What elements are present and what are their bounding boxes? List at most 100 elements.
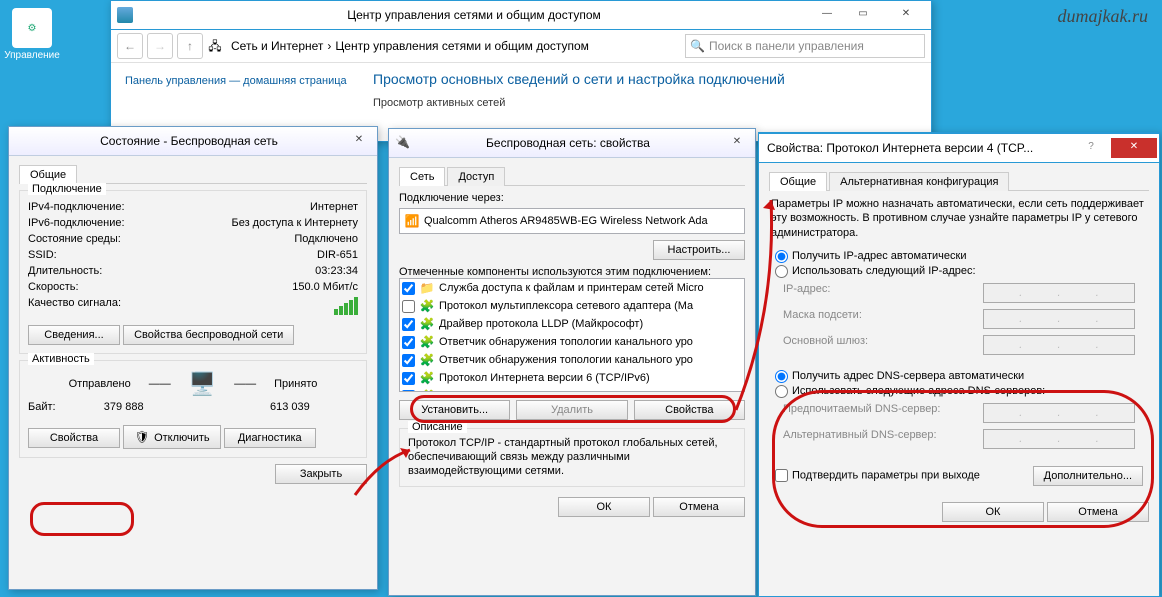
section-label: Просмотр активных сетей: [373, 97, 785, 109]
titlebar[interactable]: Свойства: Протокол Интернета версии 4 (T…: [759, 134, 1159, 163]
advanced-button[interactable]: Дополнительно...: [1033, 466, 1143, 486]
tab-network[interactable]: Сеть: [399, 167, 445, 186]
install-button[interactable]: Установить...: [399, 400, 510, 420]
close-button[interactable]: ✕: [721, 133, 753, 153]
radio-auto-dns[interactable]: Получить адрес DNS-сервера автоматически: [775, 370, 1024, 382]
validate-checkbox[interactable]: Подтвердить параметры при выходе: [775, 469, 980, 482]
gateway-input[interactable]: ...: [983, 335, 1135, 355]
cancel-button[interactable]: Отмена: [1047, 502, 1149, 522]
titlebar[interactable]: Центр управления сетями и общим доступом…: [111, 1, 931, 30]
row-ipv4: IPv4-подключение:Интернет: [28, 199, 358, 215]
radio-auto-ip[interactable]: Получить IP-адрес автоматически: [775, 250, 966, 262]
tab-alt-config[interactable]: Альтернативная конфигурация: [829, 172, 1009, 191]
protocol-icon: 🧩: [419, 334, 435, 350]
control-panel-window[interactable]: Центр управления сетями и общим доступом…: [110, 0, 932, 142]
wifi-properties-button[interactable]: Свойства беспроводной сети: [123, 325, 294, 345]
desktop-shortcut[interactable]: ⚙ Управление: [2, 8, 62, 61]
list-item[interactable]: 🧩Ответчик обнаружения топологии канально…: [400, 333, 744, 351]
window-title: Состояние - Беспроводная сеть: [37, 134, 341, 148]
adapter-name: Qualcomm Atheros AR9485WB-EG Wireless Ne…: [424, 215, 708, 227]
list-item[interactable]: 📁Служба доступа к файлам и принтерам сет…: [400, 279, 744, 297]
close-button[interactable]: ✕: [883, 5, 929, 25]
signal-bars-icon: [334, 297, 358, 315]
checkbox[interactable]: [402, 282, 415, 295]
up-button[interactable]: ↑: [177, 33, 203, 59]
group-legend: Активность: [28, 353, 94, 365]
list-item[interactable]: 🧩Ответчик обнаружения топологии канально…: [400, 351, 744, 369]
tab-sharing[interactable]: Доступ: [447, 167, 505, 186]
sent-label: Отправлено: [69, 378, 131, 390]
adapter-field: 📶 Qualcomm Atheros AR9485WB-EG Wireless …: [399, 208, 745, 234]
minimize-button[interactable]: —: [811, 5, 843, 25]
dns1-input[interactable]: ...: [983, 403, 1135, 423]
wifi-icon: [15, 133, 31, 149]
search-input[interactable]: 🔍Поиск в панели управления: [685, 34, 925, 58]
close-dialog-button[interactable]: Закрыть: [275, 464, 367, 484]
remove-button[interactable]: Удалить: [516, 400, 627, 420]
titlebar[interactable]: Состояние - Беспроводная сеть ✕: [9, 127, 377, 156]
protocol-icon: 🧩: [419, 316, 435, 332]
received-label: Принято: [274, 378, 317, 390]
maximize-button[interactable]: ▭: [847, 5, 879, 25]
configure-button[interactable]: Настроить...: [653, 240, 745, 260]
disable-button[interactable]: 🛡Отключить: [123, 425, 221, 449]
ip-input[interactable]: ...: [983, 283, 1135, 303]
tab-general[interactable]: Общие: [769, 172, 827, 191]
cpl-home-link[interactable]: Панель управления — домашняя страница: [111, 63, 369, 117]
breadcrumb-item[interactable]: Сеть и Интернет: [231, 39, 323, 53]
row-dns2: Альтернативный DNS-сервер:...: [769, 426, 1149, 452]
computers-icon: 🖥️: [189, 371, 216, 397]
ipv4-properties-window[interactable]: Свойства: Протокол Интернета версии 4 (T…: [758, 132, 1160, 597]
description-text: Протокол TCP/IP - стандартный протокол г…: [408, 437, 736, 478]
cancel-button[interactable]: Отмена: [653, 497, 745, 517]
group-legend: Подключение: [28, 183, 106, 195]
dns2-input[interactable]: ...: [983, 429, 1135, 449]
list-item[interactable]: 🧩Протокол мультиплексора сетевого адапте…: [400, 297, 744, 315]
connection-group: Подключение IPv4-подключение:Интернет IP…: [19, 190, 367, 354]
list-item[interactable]: 🧩Драйвер протокола LLDP (Майкрософт): [400, 315, 744, 333]
nic-icon: 📶: [404, 213, 420, 229]
network-icon: 🖧: [207, 38, 223, 54]
titlebar[interactable]: 🔌 Беспроводная сеть: свойства ✕: [389, 129, 755, 158]
ok-button[interactable]: ОК: [942, 502, 1044, 522]
adapter-properties-window[interactable]: 🔌 Беспроводная сеть: свойства ✕ Сеть Дос…: [388, 128, 756, 596]
window-title: Свойства: Протокол Интернета версии 4 (T…: [759, 141, 1073, 155]
mask-input[interactable]: ...: [983, 309, 1135, 329]
bytes-received: 613 039: [222, 401, 358, 413]
checkbox[interactable]: [402, 300, 415, 313]
protocol-icon: 🧩: [419, 370, 435, 386]
list-item[interactable]: 🧩Протокол Интернета версии 4 (TCP/IPv4): [400, 387, 744, 392]
ok-button[interactable]: ОК: [558, 497, 650, 517]
properties-button[interactable]: Свойства: [28, 428, 120, 448]
checkbox[interactable]: [402, 354, 415, 367]
page-heading: Просмотр основных сведений о сети и наст…: [373, 71, 785, 87]
components-list[interactable]: 📁Служба доступа к файлам и принтерам сет…: [399, 278, 745, 392]
watermark: dumajkak.ru: [1058, 6, 1148, 27]
item-properties-button[interactable]: Свойства: [634, 400, 745, 420]
close-button[interactable]: ✕: [343, 131, 375, 151]
checkbox[interactable]: [402, 336, 415, 349]
help-button[interactable]: ?: [1075, 138, 1107, 158]
details-button[interactable]: Сведения...: [28, 325, 120, 345]
diagnose-button[interactable]: Диагностика: [224, 428, 316, 448]
intro-text: Параметры IP можно назначать автоматичес…: [771, 197, 1147, 240]
group-legend: Описание: [408, 421, 467, 433]
tabs: Общие Альтернативная конфигурация: [769, 171, 1149, 191]
window-title: Центр управления сетями и общим доступом: [139, 8, 809, 22]
breadcrumb-item[interactable]: Центр управления сетями и общим доступом: [335, 39, 589, 53]
list-item[interactable]: 🧩Протокол Интернета версии 6 (TCP/IPv6): [400, 369, 744, 387]
row-ipv6: IPv6-подключение:Без доступа к Интернету: [28, 215, 358, 231]
tab-general[interactable]: Общие: [19, 165, 77, 184]
forward-button[interactable]: →: [147, 33, 173, 59]
status-window[interactable]: Состояние - Беспроводная сеть ✕ Общие По…: [8, 126, 378, 590]
search-placeholder: Поиск в панели управления: [709, 39, 864, 53]
checkbox[interactable]: [402, 390, 415, 393]
radio-manual-ip[interactable]: Использовать следующий IP-адрес:: [775, 265, 976, 277]
checkbox[interactable]: [402, 318, 415, 331]
breadcrumb: ← → ↑ 🖧 Сеть и Интернет › Центр управлен…: [111, 30, 931, 63]
protocol-icon: 🧩: [419, 352, 435, 368]
checkbox[interactable]: [402, 372, 415, 385]
back-button[interactable]: ←: [117, 33, 143, 59]
close-button[interactable]: ✕: [1111, 138, 1157, 158]
radio-manual-dns[interactable]: Использовать следующие адреса DNS-сервер…: [775, 385, 1045, 397]
